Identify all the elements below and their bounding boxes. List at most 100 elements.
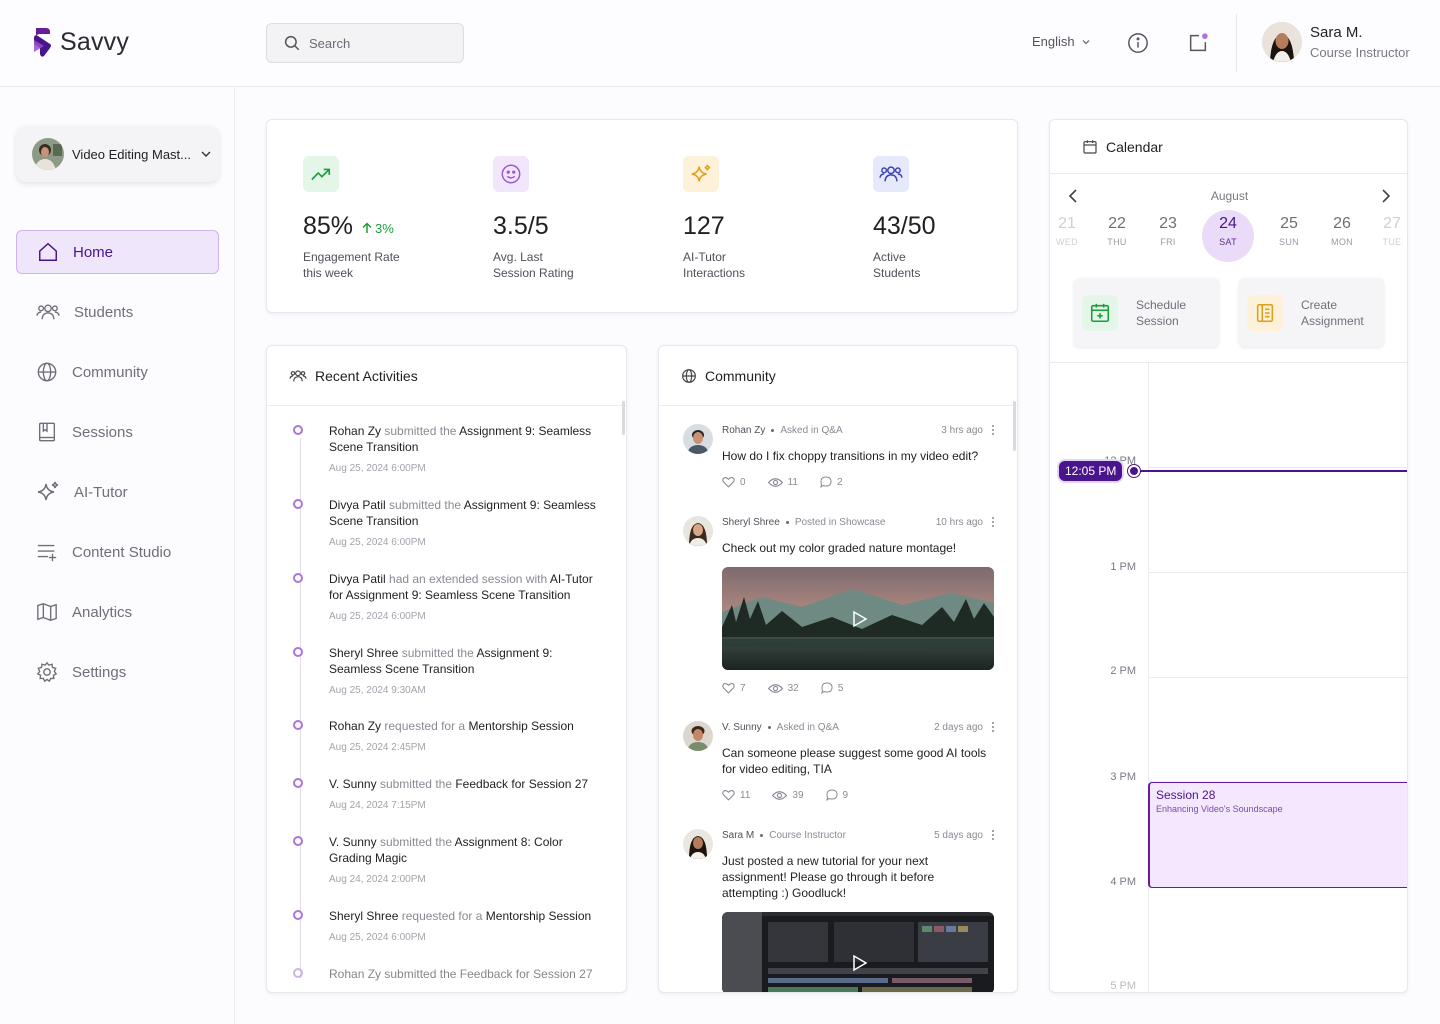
post-author: V. Sunny bbox=[722, 721, 762, 733]
community-card: Community Rohan Zy Asked in Q&A 3 hrs ag… bbox=[658, 345, 1018, 993]
timeline-dot bbox=[293, 910, 303, 920]
timeline-dot bbox=[293, 425, 303, 435]
community-scrollbar[interactable] bbox=[1013, 401, 1016, 451]
sidebar-item-community[interactable]: Community bbox=[16, 350, 219, 394]
sidebar-item-label: Analytics bbox=[72, 603, 133, 621]
calendar-day[interactable]: 27 TUE bbox=[1367, 215, 1407, 247]
sidebar-item-home[interactable]: Home bbox=[16, 230, 219, 274]
user-profile[interactable]: Sara M. Course Instructor bbox=[1262, 22, 1410, 62]
post-context: Posted in Showcase bbox=[794, 516, 886, 528]
post-video-thumbnail[interactable] bbox=[722, 567, 994, 670]
event-title: Session 28 bbox=[1156, 788, 1216, 802]
app-logo[interactable]: Savvy bbox=[32, 26, 129, 58]
recent-activities-card: Recent Activities Rohan Zy submitted the… bbox=[266, 345, 627, 993]
search-input[interactable] bbox=[309, 35, 449, 51]
post-avatar bbox=[683, 721, 713, 751]
schedule-session-button[interactable]: Schedule Session bbox=[1074, 278, 1219, 347]
sidebar: Video Editing Mast... Home Students Comm… bbox=[0, 87, 235, 1024]
calendar-day[interactable]: 23 FRI bbox=[1143, 215, 1193, 247]
likes-count[interactable]: 0 bbox=[722, 476, 746, 488]
views-count: 32 bbox=[767, 682, 799, 694]
activity-item[interactable]: Divya Patil had an extended session with… bbox=[293, 571, 603, 622]
more-vertical-icon[interactable] bbox=[991, 424, 995, 436]
activity-item[interactable]: Rohan Zy submitted the Assignment 9: Sea… bbox=[293, 423, 603, 474]
book-icon bbox=[38, 422, 56, 442]
action-label: Create Assignment bbox=[1301, 297, 1364, 328]
stats-card: 85% 3% Engagement Rate this week 3.5/5 A… bbox=[266, 119, 1018, 313]
activity-time: Aug 25, 2024 2:45PM bbox=[329, 742, 426, 753]
more-vertical-icon[interactable] bbox=[991, 721, 995, 733]
sidebar-item-label: Content Studio bbox=[72, 543, 172, 561]
comments-count[interactable]: 9 bbox=[825, 789, 848, 801]
create-assignment-button[interactable]: Create Assignment bbox=[1239, 278, 1384, 347]
sidebar-item-settings[interactable]: Settings bbox=[16, 650, 219, 694]
community-post[interactable]: Sheryl Shree Posted in Showcase 10 hrs a… bbox=[683, 516, 995, 694]
sparkle-icon bbox=[37, 481, 59, 501]
users-icon bbox=[289, 369, 307, 381]
timeline-dot bbox=[293, 836, 303, 846]
chevron-right-icon[interactable] bbox=[1381, 189, 1391, 203]
comments-count[interactable]: 5 bbox=[820, 682, 843, 694]
calendar-day[interactable]: 21 WED bbox=[1050, 215, 1092, 247]
sidebar-item-content-studio[interactable]: Content Studio bbox=[16, 530, 219, 574]
calendar-day[interactable]: 22 THU bbox=[1092, 215, 1142, 247]
sidebar-item-label: Community bbox=[72, 363, 148, 381]
activity-time: Aug 25, 2024 6:00PM bbox=[329, 537, 426, 548]
activity-item[interactable]: Rohan Zy submitted the Feedback for Sess… bbox=[293, 966, 603, 982]
hour-label: 3 PM bbox=[1110, 771, 1136, 783]
community-post[interactable]: V. Sunny Asked in Q&A 2 days ago Can som… bbox=[683, 721, 995, 801]
language-select[interactable]: English bbox=[1032, 34, 1091, 49]
more-vertical-icon[interactable] bbox=[991, 829, 995, 841]
calendar-day[interactable]: 25 SUN bbox=[1264, 215, 1314, 247]
hour-label: 2 PM bbox=[1110, 665, 1136, 677]
post-text: Check out my color graded nature montage… bbox=[722, 541, 957, 555]
post-avatar bbox=[683, 424, 713, 454]
activity-item[interactable]: Sheryl Shree requested for a Mentorship … bbox=[293, 908, 603, 943]
post-context: Asked in Q&A bbox=[776, 721, 839, 733]
current-time-badge: 12:05 PM bbox=[1059, 461, 1123, 481]
community-post[interactable]: Rohan Zy Asked in Q&A 3 hrs ago How do I… bbox=[683, 424, 995, 488]
user-avatar bbox=[1262, 22, 1302, 62]
gear-icon bbox=[36, 661, 58, 683]
sidebar-item-students[interactable]: Students bbox=[16, 290, 219, 334]
timeline-dot bbox=[293, 968, 303, 978]
course-selector[interactable]: Video Editing Mast... bbox=[16, 126, 219, 182]
post-text: Can someone please suggest some good AI … bbox=[722, 746, 987, 776]
post-time: 10 hrs ago bbox=[935, 516, 983, 528]
activity-item[interactable]: Rohan Zy requested for a Mentorship Sess… bbox=[293, 718, 603, 753]
info-button[interactable] bbox=[1127, 32, 1149, 54]
stat-rating: 3.5/5 Avg. Last Session Rating bbox=[493, 156, 583, 281]
calendar-day[interactable]: 26 MON bbox=[1317, 215, 1367, 247]
app-name: Savvy bbox=[60, 27, 130, 56]
activity-item[interactable]: Divya Patil submitted the Assignment 9: … bbox=[293, 497, 603, 548]
search-box[interactable] bbox=[266, 23, 464, 63]
activity-item[interactable]: Sheryl Shree submitted the Assignment 9:… bbox=[293, 645, 603, 696]
stat-trend: 3% bbox=[361, 221, 394, 236]
calendar-day-selected[interactable]: 24 SAT bbox=[1202, 210, 1254, 262]
activity-time: Aug 25, 2024 9:30AM bbox=[329, 685, 426, 696]
post-video-thumbnail[interactable] bbox=[722, 912, 994, 992]
more-vertical-icon[interactable] bbox=[991, 516, 995, 528]
search-icon bbox=[284, 35, 300, 51]
sidebar-item-analytics[interactable]: Analytics bbox=[16, 590, 219, 634]
notifications-button[interactable] bbox=[1187, 32, 1209, 54]
sidebar-item-sessions[interactable]: Sessions bbox=[16, 410, 219, 454]
activity-item[interactable]: V. Sunny submitted the Assignment 8: Col… bbox=[293, 834, 603, 885]
comments-count[interactable]: 2 bbox=[820, 476, 843, 488]
likes-count[interactable]: 7 bbox=[722, 682, 746, 694]
stat-label: Avg. Last Session Rating bbox=[493, 250, 574, 280]
calendar-add-icon bbox=[1090, 303, 1110, 322]
calendar-event[interactable]: Session 28 Enhancing Video's Soundscape bbox=[1148, 782, 1407, 888]
activity-item[interactable]: V. Sunny submitted the Feedback for Sess… bbox=[293, 776, 603, 811]
users-icon bbox=[879, 166, 903, 182]
stat-icon-box bbox=[683, 156, 719, 192]
likes-count[interactable]: 11 bbox=[722, 789, 750, 801]
home-icon bbox=[39, 242, 57, 261]
activities-scrollbar[interactable] bbox=[622, 401, 625, 435]
sidebar-item-label: Sessions bbox=[72, 423, 133, 441]
community-post[interactable]: Sara M Course Instructor 5 days ago Just… bbox=[683, 829, 995, 992]
action-label: Schedule Session bbox=[1136, 297, 1187, 328]
current-time-dot bbox=[1128, 465, 1140, 477]
sidebar-item-ai-tutor[interactable]: AI-Tutor bbox=[16, 470, 219, 514]
user-name: Sara M. bbox=[1310, 24, 1363, 41]
